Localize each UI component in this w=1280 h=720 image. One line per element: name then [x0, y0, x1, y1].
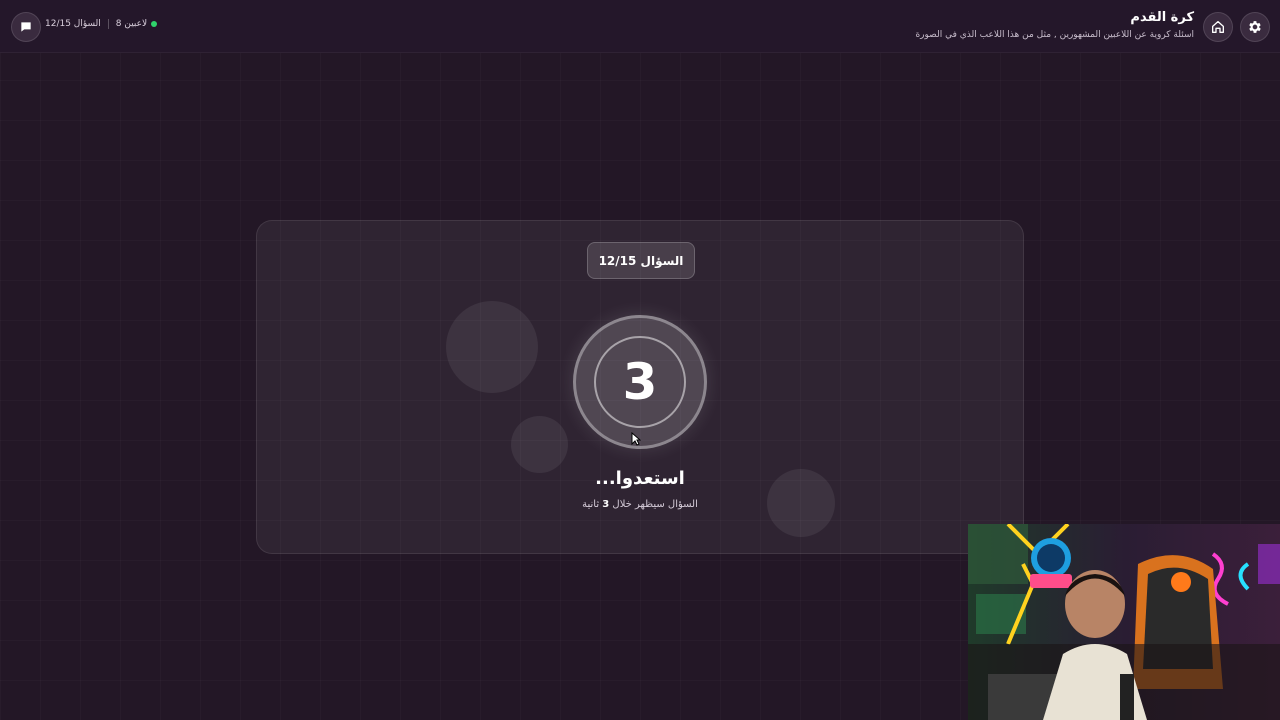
gear-icon [1249, 21, 1261, 33]
page-subtitle: اسئلة كروية عن اللاعبين المشهورين , مثل … [915, 30, 1194, 40]
settings-button[interactable] [1240, 12, 1270, 42]
question-progress: السؤال 12/15 [45, 19, 101, 29]
home-icon [1212, 21, 1224, 33]
mouse-cursor-icon [631, 432, 641, 446]
top-bar: كرة القدم اسئلة كروية عن اللاعبين المشهو… [0, 0, 1280, 53]
webcam-feed [968, 524, 1280, 720]
webcam-overlay [968, 524, 1280, 720]
decor-bubble [511, 416, 568, 473]
countdown-message-suffix: ثانية [582, 499, 603, 510]
players-count: 8 لاعبين [115, 19, 148, 29]
chat-button[interactable] [11, 12, 41, 42]
game-status: السؤال 12/15 8 لاعبين [45, 19, 158, 29]
page-title: كرة القدم [1130, 10, 1194, 25]
countdown-timer: 3 [573, 315, 707, 449]
question-badge: السؤال 12/15 [587, 242, 695, 279]
decor-bubble [446, 301, 538, 393]
page-title-block: كرة القدم اسئلة كروية عن اللاعبين المشهو… [915, 10, 1194, 42]
countdown-number: 3 [594, 336, 686, 428]
ready-heading: استعدوا... [595, 468, 685, 489]
online-indicator [151, 21, 158, 27]
countdown-card: السؤال 12/15 3 استعدوا... السؤال سيظهر خ… [256, 220, 1024, 554]
divider [107, 19, 109, 29]
countdown-message: السؤال سيظهر خلال 3 ثانية [257, 499, 1023, 510]
home-button[interactable] [1203, 12, 1233, 42]
chat-icon [21, 22, 31, 32]
countdown-message-prefix: السؤال سيظهر خلال [609, 499, 698, 510]
